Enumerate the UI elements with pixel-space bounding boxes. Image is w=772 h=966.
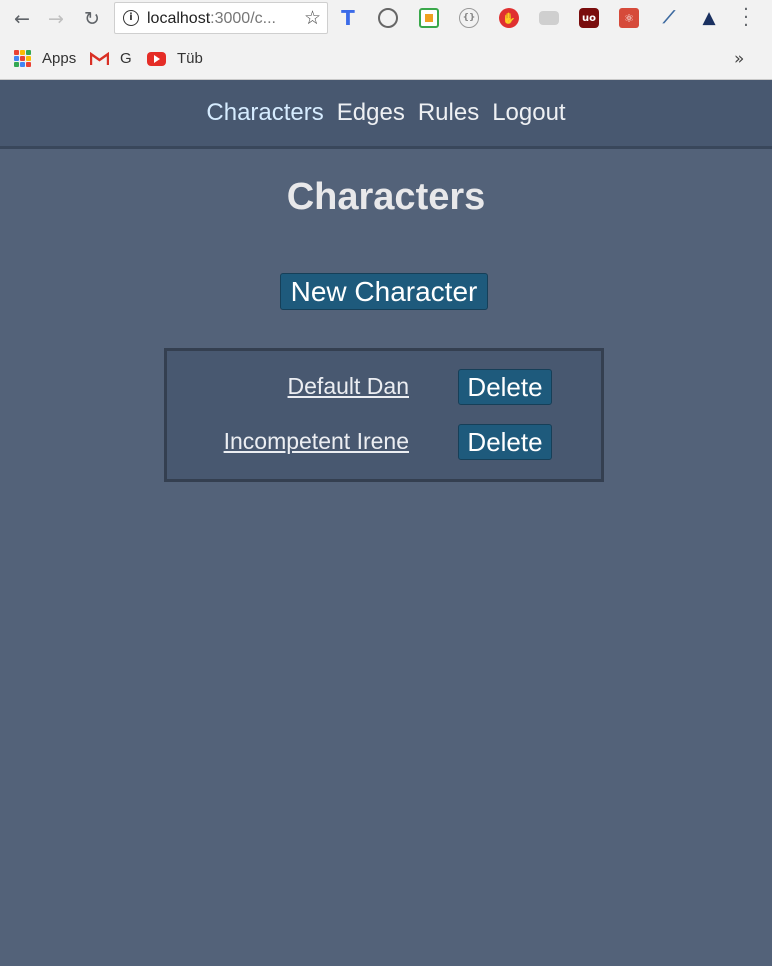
- list-item: Default Dan Delete: [167, 369, 601, 409]
- bookmark-apps[interactable]: Apps: [14, 50, 76, 67]
- bookmarks-bar: Apps G Tüb »: [0, 42, 772, 76]
- bookmark-star-icon[interactable]: ☆: [304, 7, 321, 29]
- character-link[interactable]: Incompetent Irene: [224, 428, 409, 455]
- info-icon[interactable]: i: [123, 10, 139, 26]
- json-icon[interactable]: {}: [459, 8, 479, 28]
- reload-icon[interactable]: ↻: [80, 7, 104, 31]
- more-bookmarks-icon[interactable]: »: [734, 49, 744, 69]
- delete-button[interactable]: Delete: [458, 424, 552, 460]
- forward-arrow-icon[interactable]: →: [44, 7, 68, 31]
- delete-button[interactable]: Delete: [458, 369, 552, 405]
- typo-icon[interactable]: T: [338, 6, 358, 30]
- nav-link-rules[interactable]: Rules: [418, 99, 479, 127]
- apps-grid-icon: [14, 50, 31, 67]
- nav-link-logout[interactable]: Logout: [492, 99, 565, 127]
- eyedropper-icon[interactable]: ⟋: [659, 8, 679, 28]
- address-bar[interactable]: i localhost:3000/c... ☆: [114, 2, 328, 34]
- color-picker-icon[interactable]: [419, 8, 439, 28]
- bookmark-youtube-label: Tüb: [177, 50, 203, 67]
- browser-menu-icon[interactable]: · · ·: [738, 1, 754, 35]
- youtube-icon: [147, 51, 166, 66]
- app-nav: Characters Edges Rules Logout: [0, 80, 772, 149]
- nav-link-edges[interactable]: Edges: [337, 99, 405, 127]
- list-item: Incompetent Irene Delete: [167, 424, 601, 464]
- axe-icon[interactable]: ▲: [699, 8, 719, 28]
- bookmark-gmail-label: G: [120, 50, 132, 67]
- gmail-icon: [89, 51, 110, 66]
- character-list: Default Dan Delete Incompetent Irene Del…: [164, 348, 604, 482]
- ublock-icon[interactable]: uo: [579, 8, 599, 28]
- react-devtools-icon[interactable]: ⚛: [619, 8, 639, 28]
- browser-toolbar: ← → ↻ i localhost:3000/c... ☆ T {} ✋ uo …: [0, 0, 772, 38]
- browser-chrome: ← → ↻ i localhost:3000/c... ☆ T {} ✋ uo …: [0, 0, 772, 80]
- stop-hand-icon[interactable]: ✋: [499, 8, 519, 28]
- new-character-button[interactable]: New Character: [280, 273, 488, 310]
- bookmark-apps-label: Apps: [42, 50, 77, 67]
- page-title: Characters: [286, 176, 486, 218]
- back-arrow-icon[interactable]: ←: [10, 7, 34, 31]
- rocket-icon[interactable]: [378, 8, 398, 28]
- bookmark-youtube[interactable]: Tüb: [147, 50, 203, 67]
- bookmark-gmail[interactable]: G: [89, 50, 132, 67]
- nav-link-characters[interactable]: Characters: [206, 99, 323, 127]
- cloud-icon[interactable]: [539, 11, 559, 25]
- url-text[interactable]: localhost:3000/c...: [147, 10, 297, 28]
- character-link[interactable]: Default Dan: [288, 373, 409, 400]
